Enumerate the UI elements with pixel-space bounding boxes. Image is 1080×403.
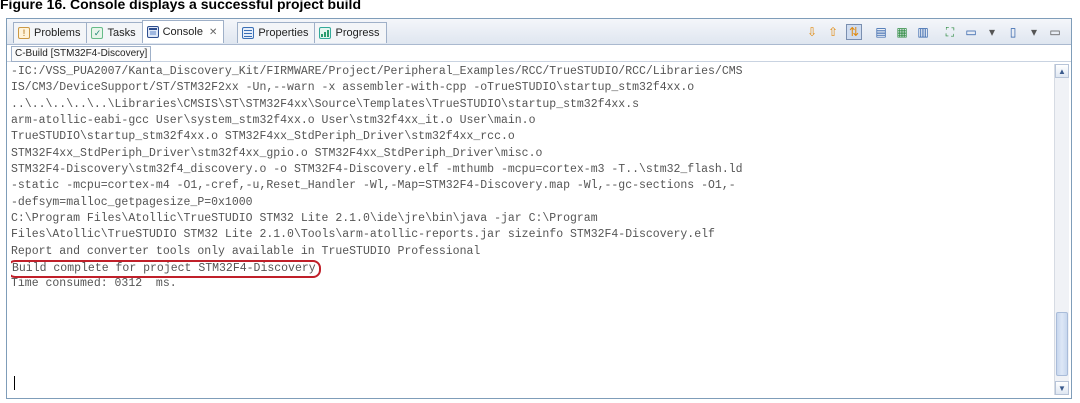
display-console-icon[interactable]: ⛶ xyxy=(942,24,958,40)
tab-progress[interactable]: Progress xyxy=(314,22,387,43)
scroll-lock-icon[interactable]: ⇅ xyxy=(846,24,862,40)
text-cursor xyxy=(14,376,15,390)
vertical-scrollbar[interactable]: ▲ ▼ xyxy=(1054,64,1069,395)
console-line: TrueSTUDIO\startup_stm32f4xx.o STM32F4xx… xyxy=(11,130,515,144)
tasks-icon: ✓ xyxy=(91,27,104,39)
open-console-icon[interactable]: ▯ xyxy=(1005,24,1021,40)
console-line: Time consumed: 0312 ms. xyxy=(11,277,177,291)
console-line: Report and converter tools only availabl… xyxy=(11,244,481,258)
view-tabs: ! Problems ✓ Tasks Console ✕ Properties xyxy=(13,20,387,44)
console-output[interactable]: -IC:/VSS_PUA2007/Kanta_Discovery_Kit/FIR… xyxy=(11,64,1052,394)
progress-icon xyxy=(319,27,332,39)
close-icon[interactable]: ✕ xyxy=(209,27,217,38)
problems-icon: ! xyxy=(18,27,30,39)
clear-console-icon[interactable]: ▤ xyxy=(873,24,889,40)
build-complete-highlight: Build complete for project STM32F4-Disco… xyxy=(11,260,321,279)
terminate-icon[interactable]: ⇩ xyxy=(804,24,820,40)
view-tab-bar: ! Problems ✓ Tasks Console ✕ Properties xyxy=(7,19,1071,45)
display-selected-icon[interactable]: ▭ xyxy=(963,24,979,40)
word-wrap-icon[interactable]: ▥ xyxy=(915,24,931,40)
console-line: -IC:/VSS_PUA2007/Kanta_Discovery_Kit/FIR… xyxy=(11,65,743,78)
tab-label: Problems xyxy=(34,27,81,39)
scroll-up-icon[interactable]: ▲ xyxy=(1055,64,1069,78)
tab-console[interactable]: Console ✕ xyxy=(141,20,225,43)
pin-console-icon[interactable]: ▦ xyxy=(894,24,910,40)
console-line: -static -mcpu=cortex-m4 -O1,-cref,-u,Res… xyxy=(11,179,736,193)
tab-label: Tasks xyxy=(107,27,136,39)
scroll-down-icon[interactable]: ▼ xyxy=(1055,381,1069,395)
console-line: arm-atollic-eabi-gcc User\system_stm32f4… xyxy=(11,114,536,128)
build-complete-line: Build complete for project STM32F4-Disco… xyxy=(11,260,1052,279)
console-line: -defsym=malloc_getpagesize_P=0x1000 xyxy=(11,195,253,209)
scrollbar-thumb[interactable] xyxy=(1056,312,1068,376)
tab-label: Progress xyxy=(335,27,380,39)
console-line: ..\..\..\..\..\Libraries\CMSIS\ST\STM32F… xyxy=(11,97,640,111)
tab-label: Console xyxy=(162,26,203,38)
console-icon xyxy=(146,26,159,38)
maximize-icon[interactable]: ▭ xyxy=(1047,24,1063,40)
console-line: STM32F4-Discovery\stm32f4_discovery.o -o… xyxy=(11,163,743,177)
console-line: Files\Atollic\TrueSTUDIO STM32 Lite 2.1.… xyxy=(11,228,715,242)
tab-tasks[interactable]: ✓ Tasks xyxy=(86,22,143,43)
view-menu-icon[interactable]: ▾ xyxy=(984,24,1000,40)
console-line: STM32F4xx_StdPeriph_Driver\stm32f4xx_gpi… xyxy=(11,146,543,160)
tab-problems[interactable]: ! Problems xyxy=(13,22,88,43)
figure-caption: Figure 16. Console displays a successful… xyxy=(0,0,361,12)
console-line: IS/CM3/DeviceSupport/ST/STM32F2xx -Un,--… xyxy=(11,81,695,95)
console-toolbar: ⇩ ⇧ ⇅ ▤ ▦ ▥ ⛶ ▭ ▾ ▯ ▾ ▭ xyxy=(799,23,1063,41)
console-line: C:\Program Files\Atollic\TrueSTUDIO STM3… xyxy=(11,212,598,226)
tab-label: Properties xyxy=(258,27,309,39)
console-title: C-Build [STM32F4-Discovery] xyxy=(11,46,152,62)
console-header: C-Build [STM32F4-Discovery] xyxy=(7,45,1071,62)
console-view-window: ! Problems ✓ Tasks Console ✕ Properties xyxy=(6,18,1072,399)
tab-properties[interactable]: Properties xyxy=(237,22,316,43)
remove-launch-icon[interactable]: ⇧ xyxy=(825,24,841,40)
properties-icon xyxy=(242,27,255,39)
minimize-icon[interactable]: ▾ xyxy=(1026,24,1042,40)
